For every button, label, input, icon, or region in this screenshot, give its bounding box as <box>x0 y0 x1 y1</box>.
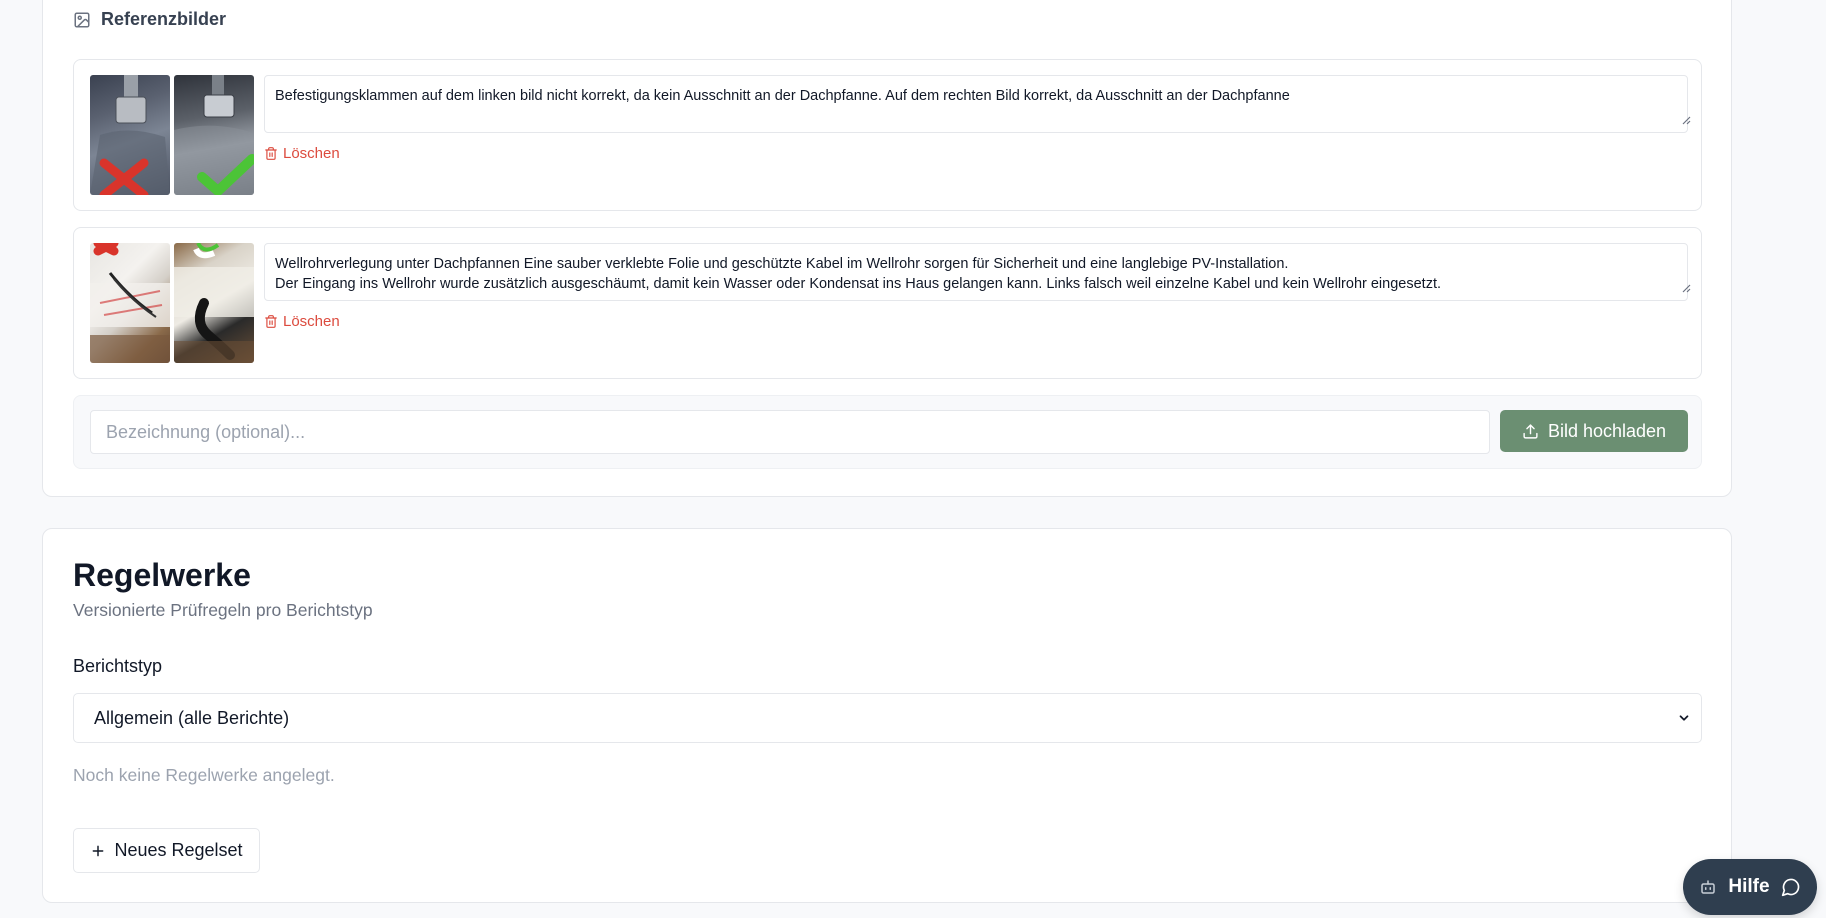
chevron-down-icon <box>1679 715 1689 721</box>
rulesets-card: Regelwerke Versionierte Prüfregeln pro B… <box>42 528 1732 903</box>
bot-icon <box>1701 880 1716 894</box>
reference-item: Befestigungsklammen auf dem linken bild … <box>73 59 1702 211</box>
upload-image-label: Bild hochladen <box>1547 420 1667 441</box>
upload-icon <box>1523 423 1538 439</box>
chat-bubble-icon <box>1781 878 1799 897</box>
help-label: Hilfe <box>1728 876 1770 897</box>
trash-icon <box>265 147 277 160</box>
reference-description-textarea[interactable]: Befestigungsklammen auf dem linken bild … <box>264 75 1688 133</box>
image-name-input[interactable] <box>90 410 1490 454</box>
check-mark-icon <box>174 243 254 363</box>
reference-images-card: Referenzbilder Befestigungsklammen auf d… <box>42 0 1732 497</box>
reference-images-title: Referenzbilder <box>101 9 227 29</box>
report-type-selected-value: Allgemein (alle Berichte) <box>94 707 290 728</box>
cross-mark-icon <box>90 75 170 195</box>
reference-image-correct[interactable] <box>174 75 254 195</box>
image-icon <box>74 12 90 27</box>
trash-icon <box>265 315 277 328</box>
report-type-label: Berichtstyp <box>73 656 163 676</box>
empty-rulesets-note: Noch keine Regelwerke angelegt. <box>73 765 335 785</box>
delete-button[interactable]: Löschen <box>264 313 340 330</box>
help-button[interactable]: Hilfe <box>1683 859 1817 915</box>
rulesets-subtitle: Versionierte Prüfregeln pro Berichtstyp <box>73 600 373 620</box>
cross-mark-icon <box>90 243 170 363</box>
reference-image-wrong[interactable] <box>90 243 170 363</box>
resize-handle-icon[interactable] <box>1681 283 1691 293</box>
new-ruleset-label: Neues Regelset <box>114 840 243 860</box>
plus-icon <box>93 845 104 856</box>
reference-images-header: Referenzbilder <box>73 9 226 30</box>
delete-label: Löschen <box>283 145 340 162</box>
upload-row: Bild hochladen <box>73 395 1702 469</box>
rulesets-title: Regelwerke <box>73 557 251 593</box>
reference-image-wrong[interactable] <box>90 75 170 195</box>
delete-button[interactable]: Löschen <box>264 145 340 162</box>
upload-image-button[interactable]: Bild hochladen <box>1500 410 1688 452</box>
resize-handle-icon[interactable] <box>1681 115 1691 125</box>
reference-item: Wellrohrverlegung unter Dachpfannen Eine… <box>73 227 1702 379</box>
reference-image-correct[interactable] <box>174 243 254 363</box>
report-type-select[interactable]: Allgemein (alle Berichte) <box>73 693 1702 743</box>
delete-label: Löschen <box>283 313 340 330</box>
check-mark-icon <box>174 75 254 195</box>
new-ruleset-button[interactable]: Neues Regelset <box>73 828 260 873</box>
reference-description-textarea[interactable]: Wellrohrverlegung unter Dachpfannen Eine… <box>264 243 1688 301</box>
